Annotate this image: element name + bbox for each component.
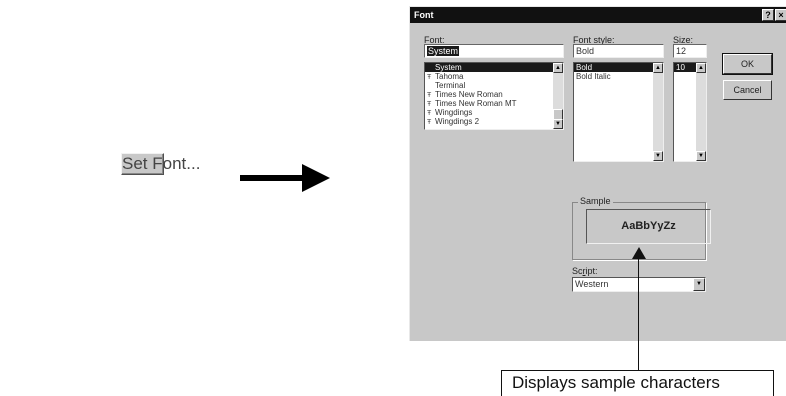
font-style-list[interactable]: Bold Bold Italic ▲ ▼	[573, 62, 664, 162]
list-item-label: Times New Roman	[435, 90, 503, 99]
list-item-label: Times New Roman MT	[435, 99, 517, 108]
size-list[interactable]: 10 ▲ ▼	[673, 62, 707, 162]
font-name-field[interactable]: System	[424, 44, 564, 58]
font-style-field[interactable]: Bold	[573, 44, 664, 58]
sample-legend: Sample	[578, 196, 613, 206]
list-item-label: 10	[676, 63, 685, 72]
list-item[interactable]: Ŧ Times New Roman MT	[425, 99, 563, 108]
scroll-down-button[interactable]: ▼	[553, 119, 563, 129]
list-item[interactable]: Bold Italic	[574, 72, 663, 81]
list-item-label: Tahoma	[435, 72, 464, 81]
size-scrollbar[interactable]: ▲ ▼	[696, 63, 706, 161]
list-item-label: Wingdings	[435, 108, 473, 117]
sample-text: AaBbYyZz	[586, 209, 711, 244]
truetype-icon: Ŧ	[427, 119, 432, 126]
font-dialog: Font ? × Font: System System Ŧ Tahoma Termi…	[409, 6, 786, 341]
scroll-up-button[interactable]: ▲	[653, 63, 663, 73]
list-item-label: System	[435, 63, 462, 72]
up-arrow-icon	[632, 247, 646, 259]
list-item[interactable]: Ŧ Times New Roman	[425, 90, 563, 99]
script-value: Western	[575, 279, 609, 289]
right-arrow-icon	[240, 164, 330, 192]
size-field[interactable]: 12	[673, 44, 707, 58]
list-item[interactable]: Ŧ Wingdings 2	[425, 117, 563, 126]
scroll-down-button[interactable]: ▼	[653, 151, 663, 161]
list-item-label: Bold	[576, 63, 593, 72]
font-style-scrollbar[interactable]: ▲ ▼	[653, 63, 663, 161]
script-label: Script:	[572, 266, 598, 276]
cancel-button[interactable]: Cancel	[723, 80, 772, 100]
help-button[interactable]: ?	[762, 9, 774, 21]
list-item-label: Terminal	[435, 81, 466, 90]
chevron-down-icon[interactable]: ▼	[693, 278, 705, 291]
scroll-up-button[interactable]: ▲	[553, 63, 563, 73]
close-button[interactable]: ×	[775, 9, 786, 21]
list-item[interactable]: System	[425, 63, 563, 72]
dialog-titlebar: Font	[410, 7, 786, 23]
script-select[interactable]: Western ▼	[572, 277, 706, 292]
font-list[interactable]: System Ŧ Tahoma Terminal Ŧ Times New Roman Ŧ Ti…	[424, 62, 564, 130]
list-item[interactable]: Bold	[574, 63, 663, 72]
set-font-button[interactable]: Set Font...	[121, 153, 200, 175]
list-item[interactable]: Ŧ Tahoma	[425, 72, 563, 81]
font-list-scrollbar[interactable]: ▲ ▼	[553, 63, 563, 129]
callout-leader-line	[638, 255, 639, 371]
list-item-label: Bold Italic	[576, 72, 611, 81]
callout-label: Displays sample characters	[501, 370, 774, 396]
scroll-down-button[interactable]: ▼	[696, 151, 706, 161]
ok-button[interactable]: OK	[722, 53, 773, 75]
list-item[interactable]: Ŧ Wingdings	[425, 108, 563, 117]
dialog-title: Font	[414, 10, 434, 20]
scroll-up-button[interactable]: ▲	[696, 63, 706, 73]
list-item[interactable]: Terminal	[425, 81, 563, 90]
list-item-label: Wingdings 2	[435, 117, 480, 126]
